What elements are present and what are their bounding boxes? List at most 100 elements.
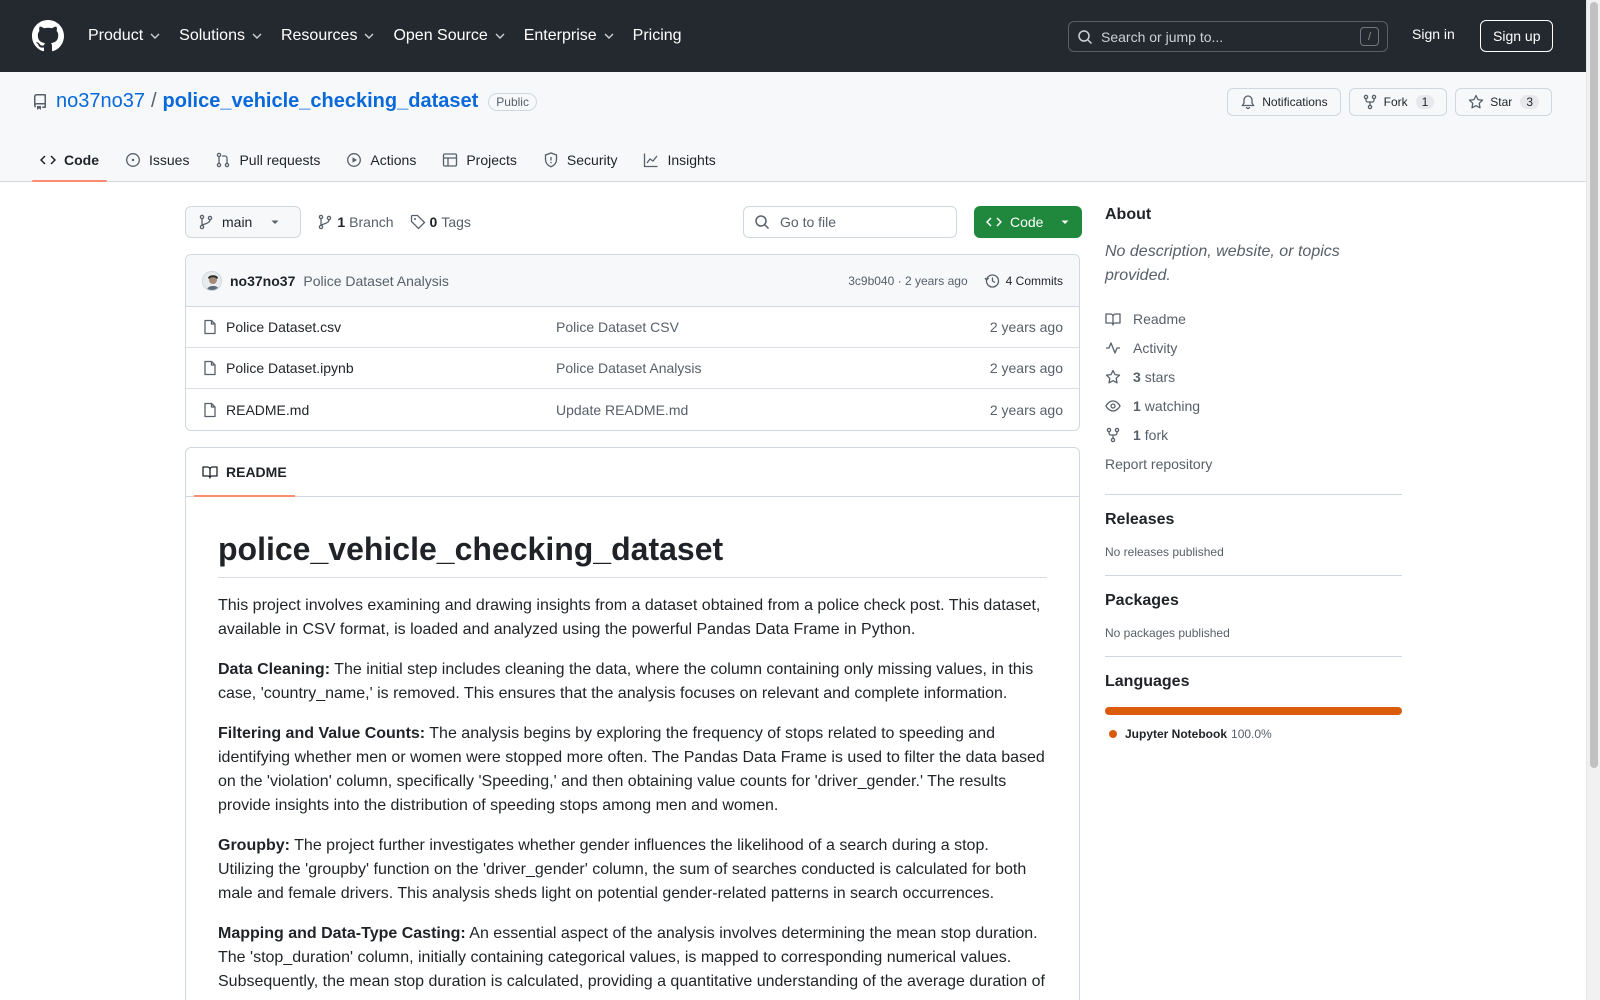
repo-actions: Notifications Fork 1 Star 3 bbox=[1227, 88, 1552, 116]
search-icon bbox=[755, 215, 770, 230]
commit-message[interactable]: Police Dataset Analysis bbox=[303, 273, 848, 289]
chevron-down-icon bbox=[252, 33, 262, 39]
table-row[interactable]: Police Dataset.ipynb Police Dataset Anal… bbox=[186, 348, 1079, 389]
repo-owner-link[interactable]: no37no37 bbox=[56, 90, 145, 113]
fork-icon bbox=[1363, 94, 1376, 110]
file-commit-message[interactable]: Update README.md bbox=[556, 402, 990, 418]
fork-icon bbox=[1106, 427, 1120, 442]
fork-button[interactable]: Fork 1 bbox=[1348, 88, 1448, 116]
global-search-input[interactable]: Search or jump to... / bbox=[1068, 21, 1388, 52]
file-icon bbox=[204, 360, 216, 376]
activity-link[interactable]: Activity bbox=[1105, 333, 1402, 362]
branches-link[interactable]: 1 Branch bbox=[317, 214, 394, 230]
language-bar bbox=[1105, 707, 1402, 715]
scrollbar-thumb[interactable] bbox=[1590, 2, 1598, 768]
repo-name-link[interactable]: police_vehicle_checking_dataset bbox=[163, 90, 479, 113]
tab-pull-requests[interactable]: Pull requests bbox=[207, 138, 328, 182]
commit-author[interactable]: no37no37 bbox=[230, 273, 295, 289]
book-icon bbox=[202, 466, 218, 479]
pulse-icon bbox=[1106, 341, 1120, 354]
readme-content: police_vehicle_checking_dataset This pro… bbox=[186, 497, 1079, 1000]
eye-icon bbox=[1105, 399, 1121, 412]
sign-in-link[interactable]: Sign in bbox=[1412, 26, 1455, 42]
table-row[interactable]: Police Dataset.csv Police Dataset CSV 2 … bbox=[186, 307, 1079, 348]
languages-heading: Languages bbox=[1105, 673, 1190, 690]
branch-name: main bbox=[222, 214, 253, 230]
language-color-dot bbox=[1109, 730, 1117, 738]
readme-section: Filtering and Value Counts: The analysis… bbox=[218, 725, 1045, 814]
releases-empty: No releases published bbox=[1105, 545, 1224, 559]
code-icon bbox=[40, 155, 56, 165]
play-icon bbox=[347, 153, 362, 167]
commits-history-link[interactable]: 4 Commits bbox=[984, 273, 1063, 289]
file-name[interactable]: Police Dataset.ipynb bbox=[226, 360, 556, 376]
readme-tab[interactable]: README bbox=[194, 448, 295, 497]
stars-link[interactable]: 3 stars bbox=[1105, 362, 1402, 391]
chevron-down-icon bbox=[604, 33, 614, 39]
nav-enterprise[interactable]: Enterprise bbox=[524, 27, 615, 45]
sidebar: About No description, website, or topics… bbox=[1105, 206, 1402, 741]
avatar[interactable] bbox=[202, 270, 222, 291]
file-commit-message[interactable]: Police Dataset CSV bbox=[556, 319, 990, 335]
notifications-button[interactable]: Notifications bbox=[1227, 88, 1341, 116]
nav-product[interactable]: Product bbox=[88, 27, 161, 45]
repo-header: no37no37 / police_vehicle_checking_datas… bbox=[0, 72, 1586, 182]
tab-insights[interactable]: Insights bbox=[635, 138, 723, 182]
branch-icon bbox=[199, 214, 213, 230]
github-logo-icon[interactable] bbox=[32, 20, 64, 52]
about-heading: About bbox=[1105, 206, 1152, 223]
watching-link[interactable]: 1 watching bbox=[1105, 391, 1402, 420]
commit-sha-time[interactable]: 3c9b040 · 2 years ago bbox=[848, 274, 967, 288]
go-to-file-input[interactable]: Go to file bbox=[743, 206, 957, 238]
file-icon bbox=[204, 319, 216, 335]
file-name[interactable]: Police Dataset.csv bbox=[226, 319, 556, 335]
readme-section: Data Cleaning: The initial step includes… bbox=[218, 661, 1034, 702]
report-repository-link[interactable]: Report repository bbox=[1105, 449, 1402, 478]
table-icon bbox=[443, 153, 458, 167]
shield-icon bbox=[544, 152, 558, 168]
table-row[interactable]: README.md Update README.md 2 years ago bbox=[186, 389, 1079, 430]
repo-title: no37no37 / police_vehicle_checking_datas… bbox=[32, 90, 537, 113]
fork-count: 1 bbox=[1415, 95, 1435, 109]
book-icon bbox=[1105, 312, 1121, 326]
file-commit-message[interactable]: Police Dataset Analysis bbox=[556, 360, 990, 376]
caret-down-icon bbox=[271, 220, 279, 224]
file-name[interactable]: README.md bbox=[226, 402, 556, 418]
releases-heading[interactable]: Releases bbox=[1105, 511, 1402, 529]
divider bbox=[1105, 575, 1402, 576]
readme-intro: This project involves examining and draw… bbox=[218, 597, 1041, 638]
history-icon bbox=[984, 273, 999, 288]
packages-empty: No packages published bbox=[1105, 626, 1230, 640]
page-scrollbar[interactable] bbox=[1586, 0, 1600, 1000]
star-button[interactable]: Star 3 bbox=[1455, 88, 1552, 116]
search-placeholder: Search or jump to... bbox=[1101, 28, 1224, 45]
readme-panel: README police_vehicle_checking_dataset T… bbox=[185, 447, 1080, 1000]
divider bbox=[1105, 494, 1402, 495]
tab-actions[interactable]: Actions bbox=[338, 138, 424, 182]
main-column: main 1 Branch 0 Tags Go to file Code no3… bbox=[185, 206, 1082, 1000]
nav-pricing[interactable]: Pricing bbox=[633, 27, 682, 45]
code-dropdown-button[interactable]: Code bbox=[974, 206, 1082, 238]
forks-link[interactable]: 1 fork bbox=[1105, 420, 1402, 449]
tab-code[interactable]: Code bbox=[32, 138, 107, 182]
repo-tabs: Code Issues Pull requests Actions Projec… bbox=[32, 138, 734, 182]
chevron-down-icon bbox=[495, 33, 505, 39]
readme-link[interactable]: Readme bbox=[1105, 304, 1402, 333]
tab-security[interactable]: Security bbox=[535, 138, 626, 182]
tags-link[interactable]: 0 Tags bbox=[410, 214, 471, 230]
sign-up-button[interactable]: Sign up bbox=[1480, 20, 1554, 52]
search-shortcut-key: / bbox=[1360, 27, 1379, 46]
search-icon bbox=[1078, 29, 1093, 44]
tab-issues[interactable]: Issues bbox=[117, 138, 197, 182]
nav-solutions[interactable]: Solutions bbox=[179, 27, 263, 45]
branch-select-button[interactable]: main bbox=[185, 206, 302, 238]
packages-heading[interactable]: Packages bbox=[1105, 592, 1402, 610]
language-item[interactable]: Jupyter Notebook 100.0% bbox=[1105, 727, 1402, 741]
chevron-down-icon bbox=[364, 33, 374, 39]
nav-resources[interactable]: Resources bbox=[281, 27, 375, 45]
tab-projects[interactable]: Projects bbox=[434, 138, 525, 182]
nav-open-source[interactable]: Open Source bbox=[393, 27, 505, 45]
star-icon bbox=[1105, 369, 1121, 383]
latest-commit: no37no37 Police Dataset Analysis 3c9b040… bbox=[186, 255, 1079, 307]
star-count: 3 bbox=[1520, 95, 1539, 109]
